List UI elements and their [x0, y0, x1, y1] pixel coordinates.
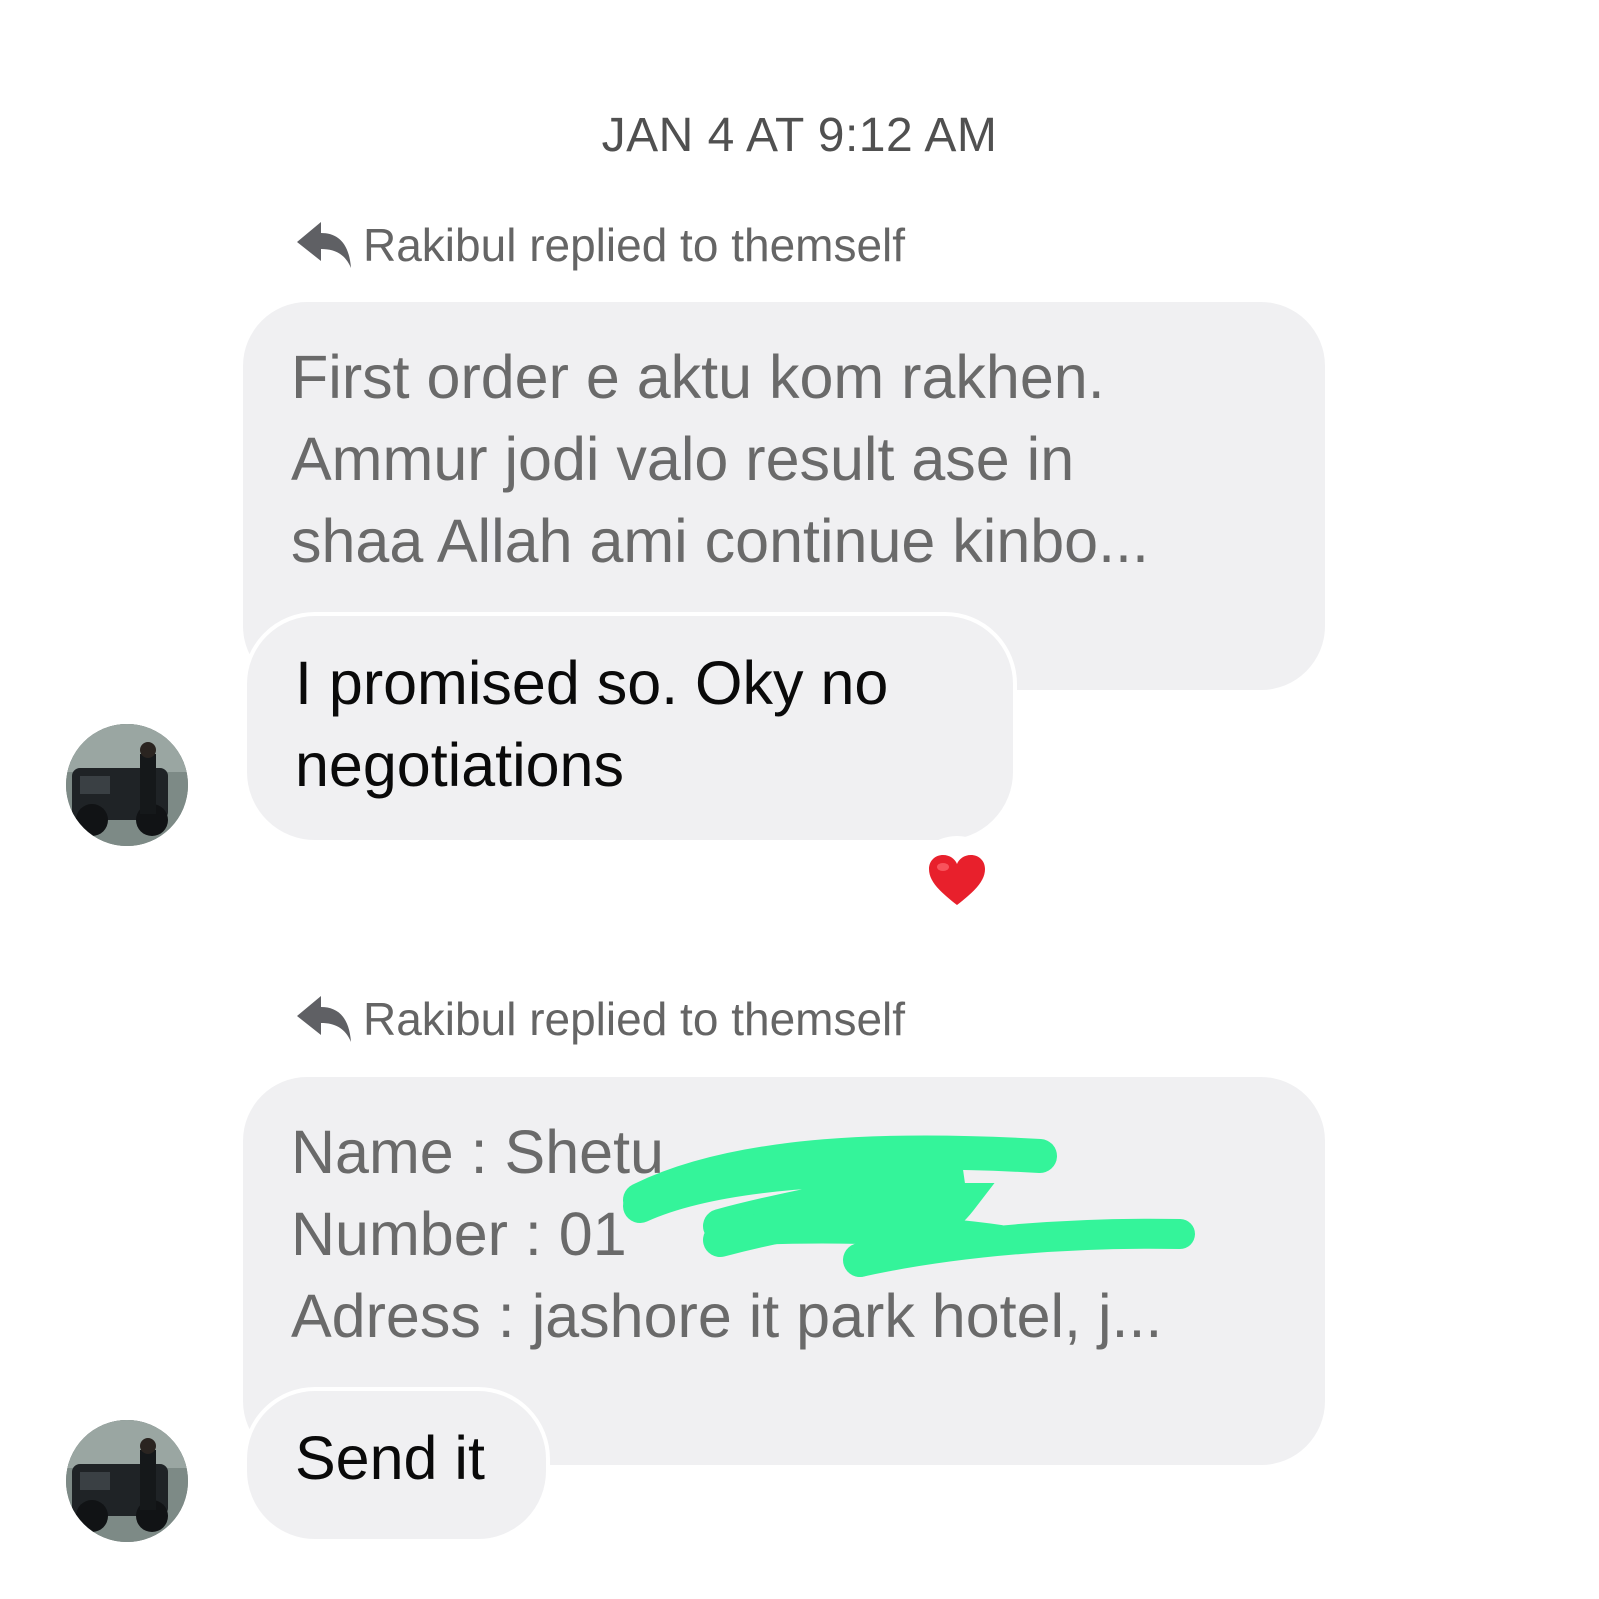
quoted-message-line: Ammur jodi valo result ase in — [291, 425, 1075, 493]
message-bubble[interactable]: Send it — [243, 1387, 550, 1543]
avatar[interactable] — [66, 1420, 188, 1542]
reply-indicator: Rakibul replied to themself — [293, 214, 905, 276]
heart-reaction[interactable] — [912, 836, 1002, 926]
quoted-message-line: Name : Shetu — [291, 1118, 664, 1186]
avatar[interactable] — [66, 724, 188, 846]
quoted-message-line: First order e aktu kom rakhen. — [291, 343, 1105, 411]
reply-arrow-icon — [297, 222, 351, 268]
reply-indicator-text: Rakibul replied to themself — [363, 219, 906, 271]
reply-indicator: Rakibul replied to themself — [293, 988, 905, 1050]
message-bubble[interactable]: I promised so. Oky no negotiations — [243, 612, 1017, 844]
reply-indicator-text: Rakibul replied to themself — [363, 993, 906, 1045]
message-timestamp: JAN 4 AT 9:12 AM — [601, 109, 998, 162]
message-text-line: negotiations — [295, 731, 624, 799]
quoted-message-line: Adress : jashore it park hotel, j... — [291, 1282, 1163, 1350]
message-text-line: I promised so. Oky no — [295, 649, 889, 717]
avatar-photo — [66, 724, 188, 846]
quoted-message-line: Number : 01 — [291, 1200, 627, 1268]
quoted-message-line: shaa Allah ami continue kinbo... — [291, 507, 1149, 575]
avatar-photo — [66, 1420, 188, 1542]
reply-arrow-icon — [297, 996, 351, 1042]
message-text-line: Send it — [295, 1424, 485, 1492]
heart-emoji-icon — [929, 855, 985, 905]
